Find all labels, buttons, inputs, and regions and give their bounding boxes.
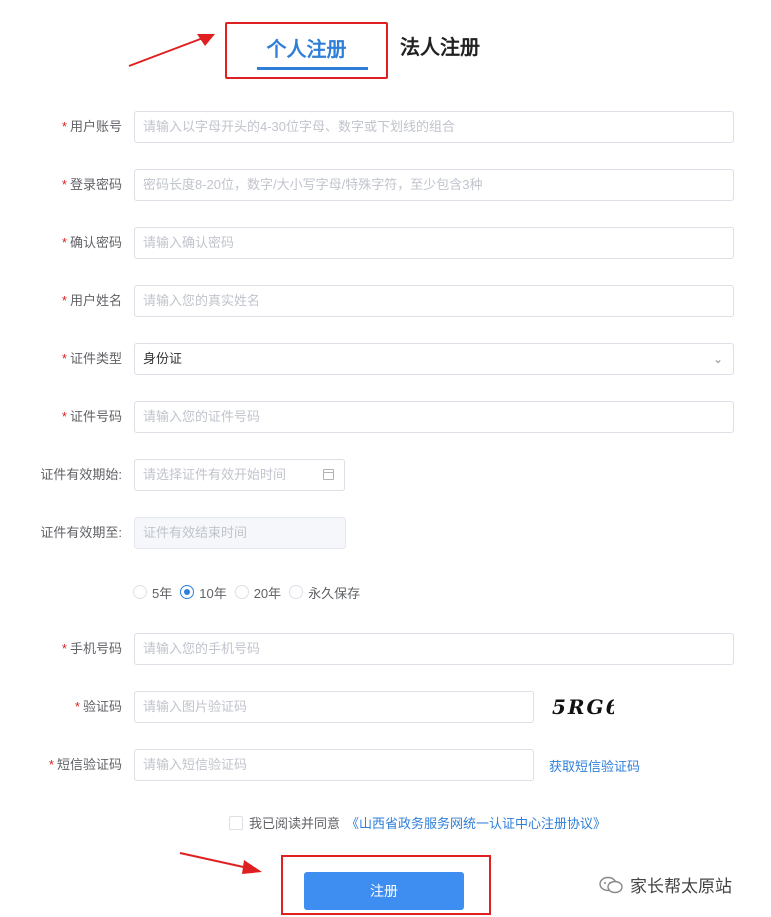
radio-10-years[interactable]: 10年 xyxy=(180,583,227,602)
required-mark: * xyxy=(61,351,67,366)
radio-circle xyxy=(289,585,304,599)
required-mark: * xyxy=(74,699,80,714)
radio-5-years[interactable]: 5年 xyxy=(133,583,172,602)
required-mark: * xyxy=(61,235,67,250)
validity-radio-group: 5年 10年 20年 永久保存 xyxy=(133,582,368,602)
phone-input[interactable]: 请输入您的手机号码 xyxy=(134,633,734,665)
id-number-input[interactable]: 请输入您的证件号码 xyxy=(134,401,734,433)
required-mark: * xyxy=(61,293,67,308)
tab-personal-label: 个人注册 xyxy=(266,39,347,61)
password-input[interactable]: 密码长度8-20位，数字/大小写字母/特殊字符，至少包含3种 xyxy=(134,169,734,201)
id-type-value: 身份证 xyxy=(143,351,183,366)
captcha-label: * 验证码 xyxy=(74,699,122,714)
password-label: * 登录密码 xyxy=(61,177,122,192)
real-name-label: * 用户姓名 xyxy=(61,293,122,308)
id-type-select[interactable]: 身份证 ⌄ xyxy=(134,343,734,375)
radio-permanent[interactable]: 永久保存 xyxy=(289,583,360,602)
radio-circle xyxy=(133,585,147,599)
radio-circle-checked xyxy=(180,585,195,599)
sms-code-input[interactable]: 请输入短信验证码 xyxy=(134,749,534,781)
confirm-password-input[interactable]: 请输入确认密码 xyxy=(134,227,734,259)
required-mark: * xyxy=(48,757,54,772)
confirm-password-label: * 确认密码 xyxy=(61,235,122,250)
wechat-icon xyxy=(599,876,623,893)
valid-to-label: 证件有效期至: xyxy=(40,525,122,540)
radio-20-years[interactable]: 20年 xyxy=(234,583,281,602)
valid-from-placeholder: 请选择证件有效开始时间 xyxy=(143,467,287,482)
username-input[interactable]: 请输入以字母开头的4-30位字母、数字或下划线的组合 xyxy=(134,111,734,143)
tab-active-underline xyxy=(257,67,368,70)
chevron-down-icon: ⌄ xyxy=(712,352,723,366)
watermark-text: 家长帮太原站 xyxy=(630,877,732,896)
agreement-link[interactable]: 《山西省政务服务网统一认证中心注册协议》 xyxy=(346,813,606,832)
valid-from-label: 证件有效期始: xyxy=(40,467,122,482)
required-mark: * xyxy=(61,177,67,192)
captcha-text: 5RG6 xyxy=(552,695,614,719)
register-button[interactable]: 注册 xyxy=(304,872,464,910)
watermark: 家长帮太原站 xyxy=(598,872,732,897)
calendar-icon xyxy=(323,469,334,480)
valid-to-input: 证件有效结束时间 xyxy=(134,517,346,549)
real-name-input[interactable]: 请输入您的真实姓名 xyxy=(134,285,734,317)
agreement-text: 我已阅读并同意 xyxy=(249,816,341,831)
valid-from-date-picker[interactable]: 请选择证件有效开始时间 xyxy=(134,459,345,491)
agreement-row: 我已阅读并同意 《山西省政务服务网统一认证中心注册协议》 xyxy=(229,813,606,832)
required-mark: * xyxy=(61,641,67,656)
annotation-arrow-bottom xyxy=(179,852,262,874)
annotation-arrow-top xyxy=(128,34,215,67)
radio-circle xyxy=(234,585,249,599)
id-type-label: * 证件类型 xyxy=(61,351,122,366)
tab-personal-register[interactable]: 个人注册 xyxy=(225,22,388,79)
sms-code-label: * 短信验证码 xyxy=(48,757,122,772)
required-mark: * xyxy=(61,119,67,134)
get-sms-code-link[interactable]: 获取短信验证码 xyxy=(549,756,640,775)
captcha-image[interactable]: 5RG6 xyxy=(550,694,614,720)
id-number-label: * 证件号码 xyxy=(61,409,122,424)
username-label: * 用户账号 xyxy=(61,119,122,134)
phone-label: * 手机号码 xyxy=(61,641,122,656)
captcha-input[interactable]: 请输入图片验证码 xyxy=(134,691,534,723)
required-mark: * xyxy=(61,409,67,424)
tab-legal-register[interactable]: 法人注册 xyxy=(400,31,480,60)
agreement-checkbox[interactable] xyxy=(229,815,243,830)
